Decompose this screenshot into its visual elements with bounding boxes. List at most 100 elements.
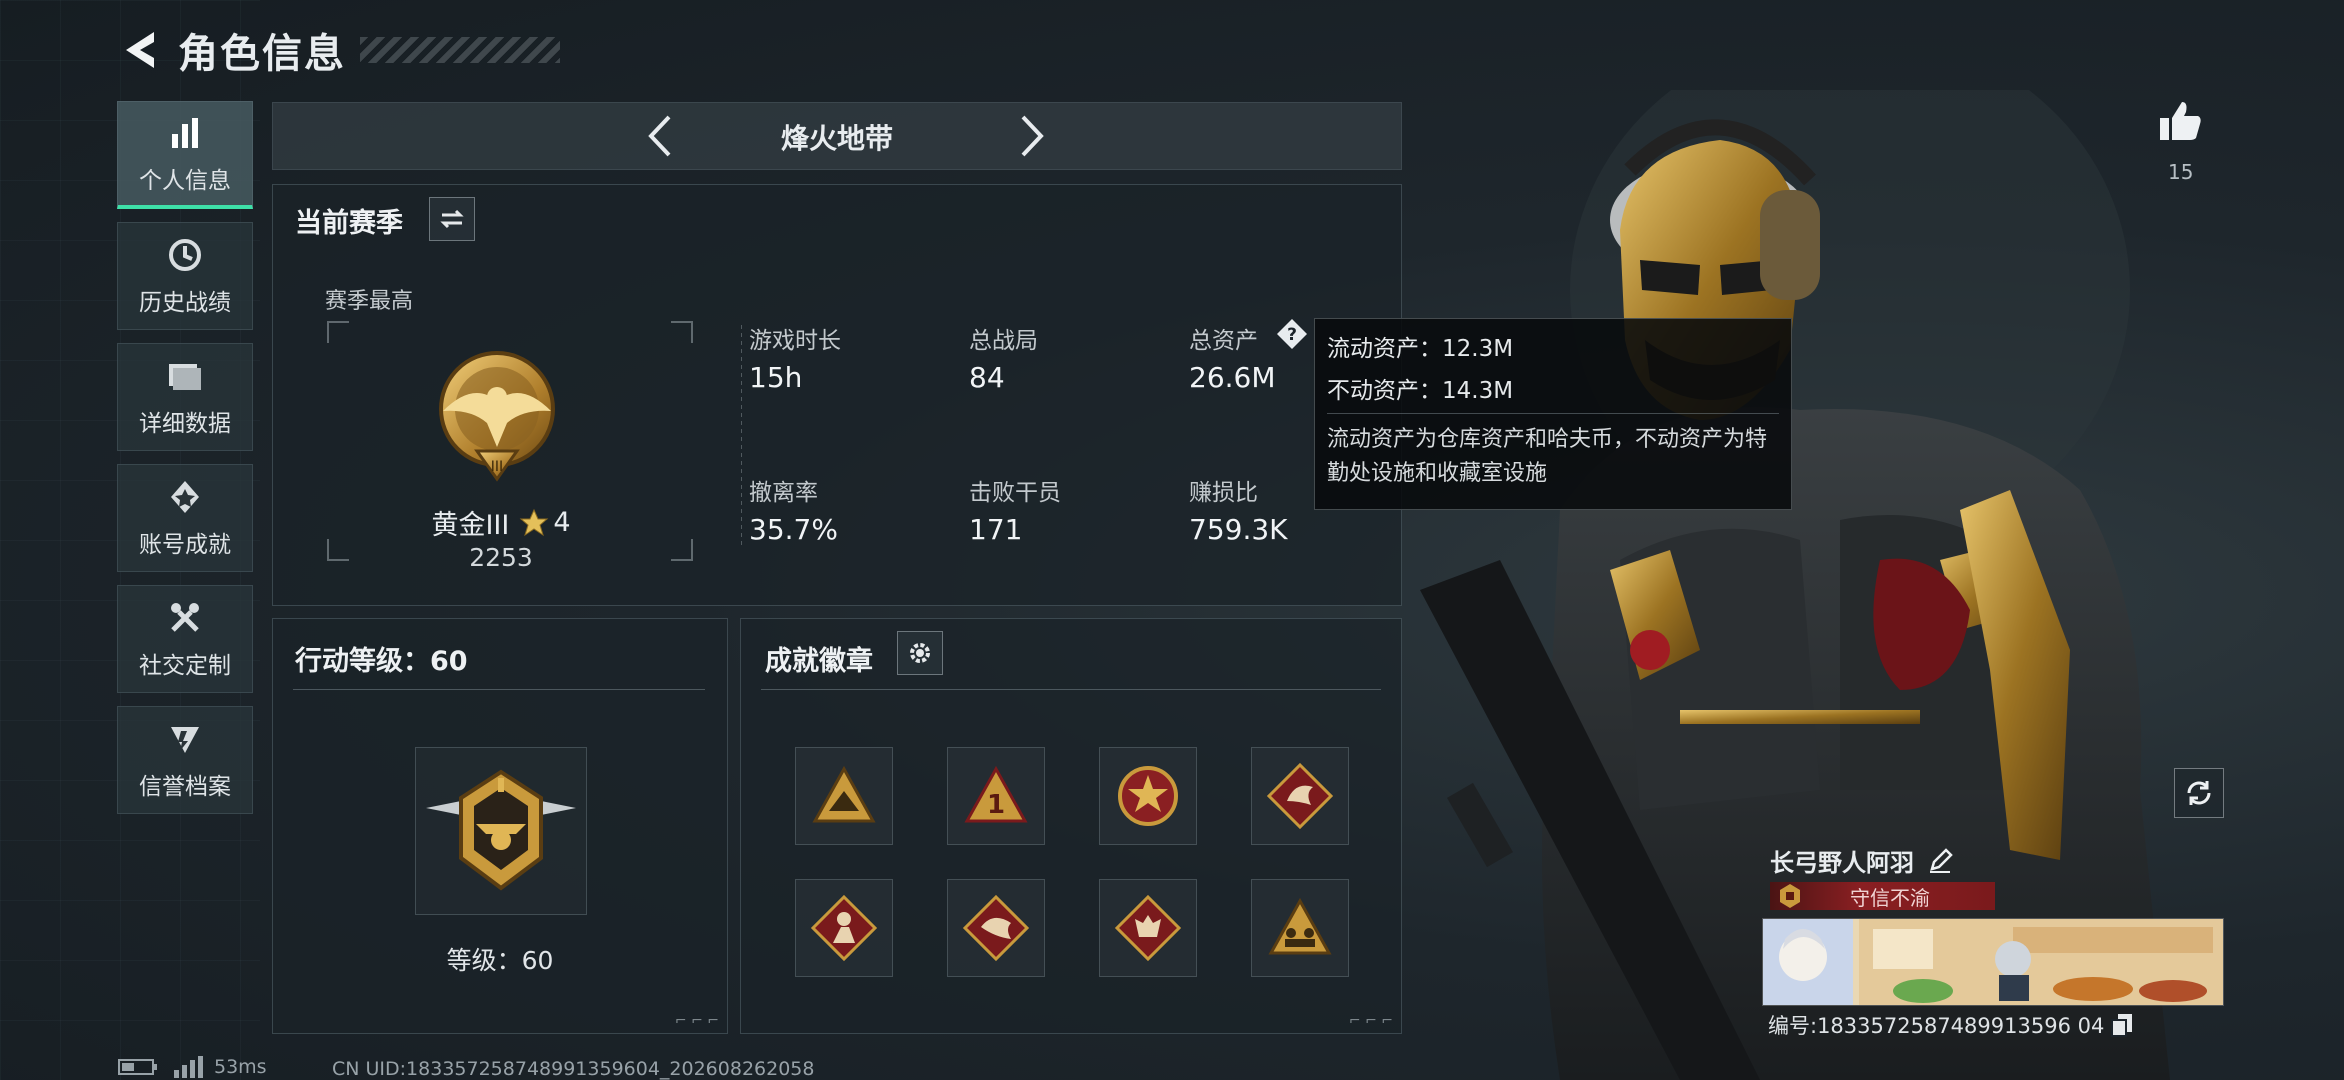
rotate-view-button[interactable] [2174,768,2224,818]
badge-dragon-head-icon [962,894,1030,962]
frame-corner [671,321,693,343]
badges-title: 成就徽章 [765,646,873,677]
player-name: 长弓野人阿羽 [1770,849,1914,877]
title-decoration [360,37,560,63]
rank-emblem-icon: III [439,351,555,482]
level-emblem-icon [426,769,576,891]
rank-score: 2253 [469,543,533,572]
badges-settings-button[interactable] [897,631,943,675]
badge-slot[interactable] [795,747,893,845]
folder-icon [165,356,205,396]
bar-chart-icon [165,113,205,153]
thumbs-up-icon [2160,102,2201,140]
tooltip-fixed-assets: 不动资产：14.3M [1327,378,1514,404]
player-name-row: 长弓野人阿羽 [1770,843,1954,878]
corner-mark: ⌐ ⌐ ⌐ [674,1013,719,1029]
credit-icon [165,719,205,759]
title-emblem-icon [1780,884,1800,908]
badge-slot[interactable]: 1 [947,747,1045,845]
svg-text:1: 1 [987,790,1005,820]
level-emblem-frame [415,747,587,915]
section-divider [761,689,1381,690]
svg-text:III: III [491,459,503,475]
stats-divider [741,325,742,545]
stat-value-total-assets: 26.6M [1189,361,1276,394]
player-title-text: 守信不渝 [1850,885,1930,910]
frame-corner [327,539,349,561]
stat-value-play-time: 15h [749,361,803,394]
player-id: 编号:1833572587489913596 04 [1768,1014,2105,1038]
sidebar-item-label: 账号成就 [139,532,231,558]
sidebar-item-history[interactable]: 历史战绩 [117,222,253,330]
badge-slot[interactable] [1099,879,1197,977]
season-switch-button[interactable] [429,197,475,241]
stat-label-total-matches: 总战局 [969,328,1038,354]
badge-star-medal-icon [1118,766,1178,826]
help-button[interactable]: ? [1275,317,1309,351]
stat-value-extraction-rate: 35.7% [749,513,838,546]
tooltip-divider [1327,413,1779,414]
tooltip-description: 流动资产为仓库资产和哈夫币，不动资产为特勤处设施和收藏室设施 [1327,427,1768,486]
sidebar-item-social[interactable]: 社交定制 [117,585,253,693]
rank-row: 黄金III 4 [371,503,631,542]
battery-icon [118,1059,157,1075]
history-icon [165,235,205,275]
stat-label-kills: 击败干员 [969,480,1061,506]
achievement-icon [165,477,205,517]
badge-squad-icon [1268,897,1332,955]
stat-label-profit-loss: 赚损比 [1189,480,1258,506]
svg-text:?: ? [1287,325,1297,345]
sidebar-item-credit[interactable]: 信誉档案 [117,706,253,814]
sidebar-item-label: 社交定制 [139,653,231,679]
sidebar-item-label: 信誉档案 [139,774,231,800]
sidebar-item-label: 个人信息 [139,167,231,194]
sidebar-item-details[interactable]: 详细数据 [117,343,253,451]
uid-text: CN UID:183357258748991359604_20260826205… [332,1058,815,1080]
stat-label-extraction-rate: 撤离率 [749,480,818,506]
sidebar-item-label: 历史战绩 [139,290,231,316]
back-arrow-icon [126,32,154,68]
badge-dragon-icon [1266,762,1334,830]
frame-corner [327,321,349,343]
assets-tooltip: 流动资产：12.3M 不动资产：14.3M 流动资产为仓库资产和哈夫币，不动资产… [1314,318,1792,510]
player-title-tag: 守信不渝 [1770,882,1995,910]
edit-icon[interactable] [1926,847,1954,875]
banner-illustration [1763,919,2223,1005]
sidebar-item-label: 详细数据 [139,411,231,437]
page-header: 角色信息 [118,22,560,78]
frame-corner [671,539,693,561]
player-banner[interactable] [1762,918,2224,1006]
badge-soldier-icon [810,894,878,962]
tools-icon [165,598,205,638]
sidebar: 个人信息 历史战绩 详细数据 账号成就 社交定制 信誉档案 [117,101,253,827]
sidebar-item-personal-info[interactable]: 个人信息 [117,101,253,209]
achievement-badges-panel: 成就徽章 1 ⌐ ⌐ ⌐ [740,618,1402,1034]
like-button[interactable] [2156,96,2206,150]
player-id-row: 编号:1833572587489913596 04 [1768,1010,2134,1040]
badge-slot[interactable] [795,879,893,977]
season-title: 当前赛季 [295,208,403,239]
sidebar-item-achievements[interactable]: 账号成就 [117,464,253,572]
badge-slot[interactable] [1251,747,1349,845]
badge-slot[interactable] [1251,879,1349,977]
stat-value-profit-loss: 759.3K [1189,513,1288,546]
ping-text: 53ms [214,1056,267,1078]
chevron-right-icon [1021,115,1044,157]
season-best-label: 赛季最高 [325,289,414,314]
level-text: 等级：60 [446,946,554,975]
season-panel: 当前赛季 赛季最高 III 黄金III 4 2253 游戏时长 15h 总战局 … [272,184,1402,606]
stat-label-total-assets: 总资产 [1189,328,1258,354]
badge-slot[interactable] [947,879,1045,977]
corner-mark: ⌐ ⌐ ⌐ [1348,1013,1393,1029]
badge-beast-icon [1114,894,1182,962]
badge-triangle-icon [812,765,876,823]
copy-icon[interactable] [2110,1012,2134,1038]
rank-name: 黄金III [431,510,510,541]
page-title: 角色信息 [178,31,346,77]
swap-icon [440,209,464,229]
back-button[interactable] [118,26,162,74]
stat-value-total-matches: 84 [969,361,1005,394]
next-mode-button[interactable] [1005,111,1055,161]
badge-slot[interactable] [1099,747,1197,845]
tooltip-liquid-assets: 流动资产：12.3M [1327,336,1514,362]
